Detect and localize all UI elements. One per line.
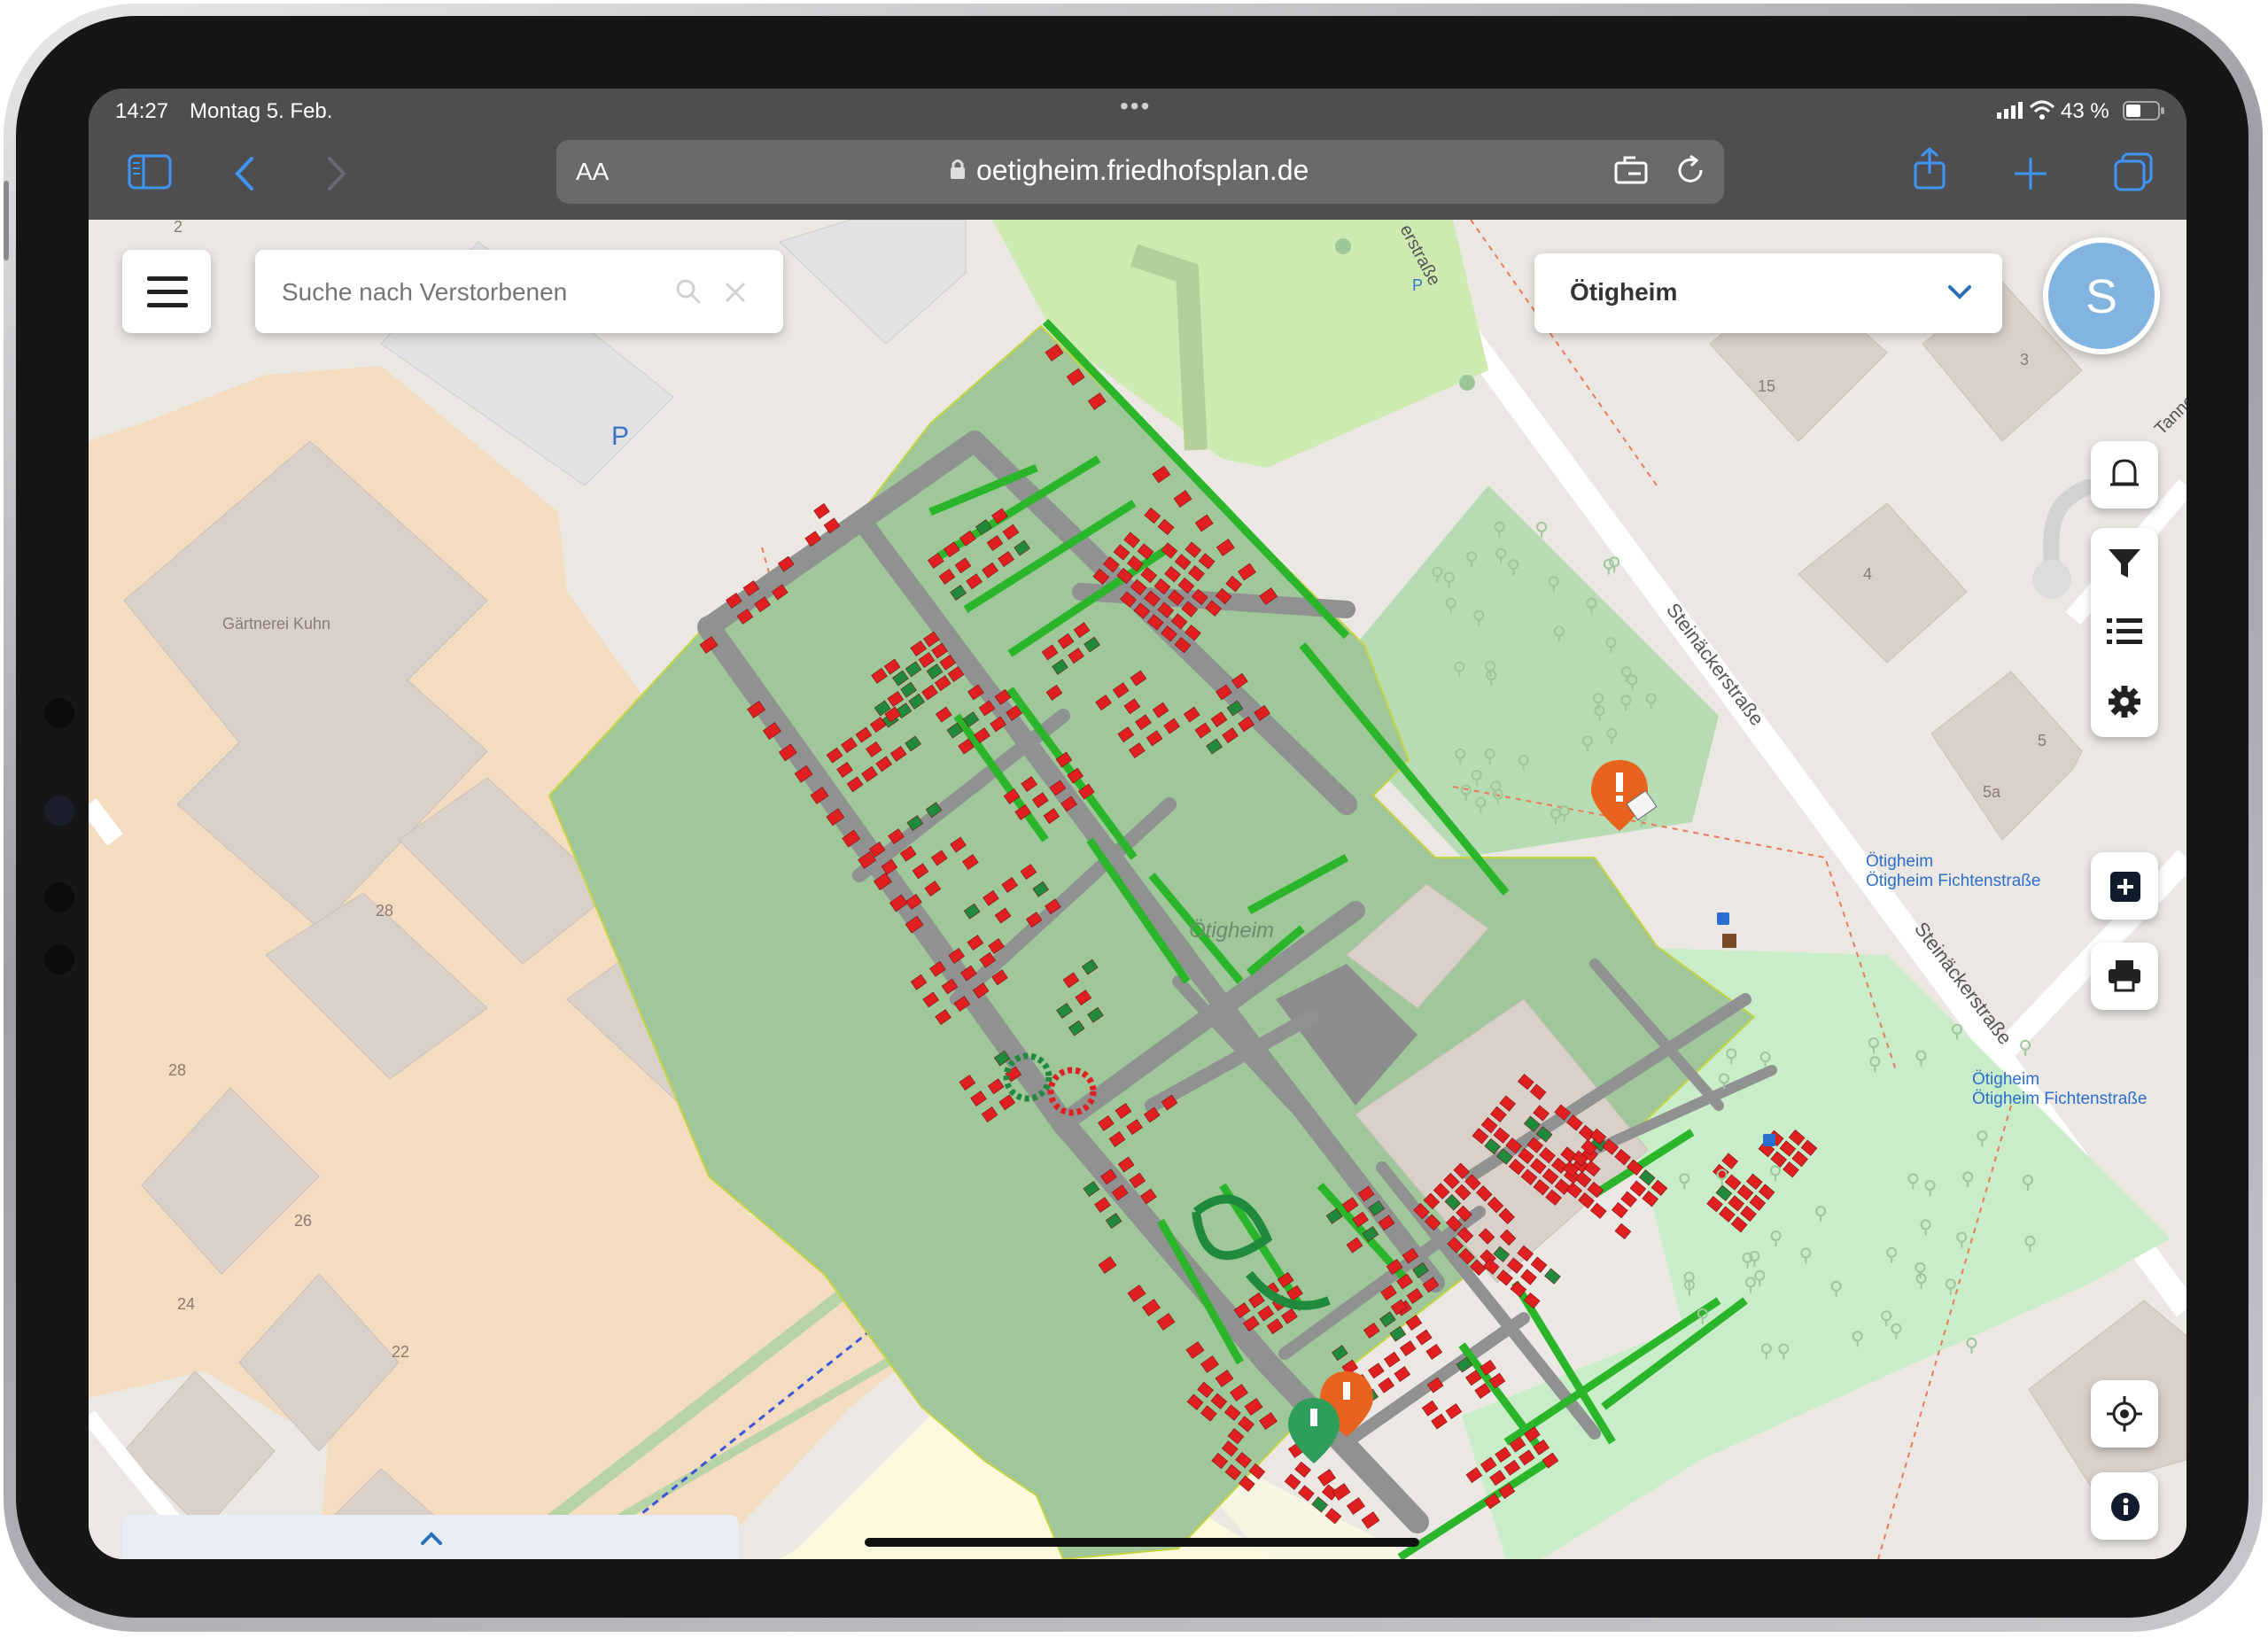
clear-search-icon[interactable] xyxy=(725,282,746,303)
svg-text:15: 15 xyxy=(1758,377,1775,395)
printer-icon xyxy=(2109,960,2140,992)
side-button xyxy=(4,181,9,260)
locate-button[interactable] xyxy=(2091,1380,2158,1448)
parking-label: P xyxy=(611,422,629,451)
extension-icon[interactable] xyxy=(1614,156,1651,190)
add-button[interactable] xyxy=(2091,852,2158,920)
svg-text:28: 28 xyxy=(376,902,393,920)
new-tab-icon[interactable] xyxy=(2013,156,2048,196)
search-input[interactable] xyxy=(280,271,656,314)
svg-text:5: 5 xyxy=(2038,732,2047,749)
info-icon xyxy=(2111,1493,2140,1521)
tabs-overview-icon[interactable] xyxy=(2114,152,2155,198)
camera-dot xyxy=(44,698,74,728)
signal-icon xyxy=(1997,101,2023,123)
location-select[interactable]: Ötigheim xyxy=(1534,253,2002,333)
svg-text:2: 2 xyxy=(174,220,183,236)
bottom-drawer-handle[interactable] xyxy=(122,1515,739,1559)
sidebar-toggle-icon[interactable] xyxy=(128,154,172,194)
safari-toolbar: 14:27 Montag 5. Feb. ••• 43 % AA oetighe… xyxy=(89,89,2186,220)
hamburger-icon xyxy=(147,276,188,307)
url-text[interactable]: oetigheim.friedhofsplan.de xyxy=(976,154,1309,187)
location-selected-label: Ötigheim xyxy=(1570,278,1678,306)
crosshair-icon xyxy=(2107,1396,2142,1432)
wifi-icon xyxy=(2029,99,2055,125)
camera-lens xyxy=(44,796,74,826)
search-box[interactable] xyxy=(255,250,783,333)
battery-icon xyxy=(2123,101,2165,125)
camera-dot xyxy=(44,882,74,912)
svg-text:24: 24 xyxy=(177,1295,195,1313)
search-icon[interactable] xyxy=(675,278,702,305)
ipad-frame: Gärtnerei Kuhn P P Steinäckerstraße Stei… xyxy=(4,4,2263,1632)
poi-gaertnerei-label: Gärtnerei Kuhn xyxy=(222,615,330,633)
svg-text:3: 3 xyxy=(2020,351,2029,369)
memorial-icon xyxy=(1722,934,1736,948)
chevron-down-icon xyxy=(1948,285,1971,299)
status-time: 14:27 xyxy=(115,99,169,123)
cemetery-map[interactable]: Gärtnerei Kuhn P P Steinäckerstraße Stei… xyxy=(89,220,2186,1559)
bell-icon xyxy=(2110,459,2139,486)
reload-icon[interactable] xyxy=(1674,154,1706,190)
avatar-initial: S xyxy=(2085,270,2118,323)
svg-text:4: 4 xyxy=(1863,565,1872,583)
battery-percent: 43 % xyxy=(2061,99,2109,123)
status-date: Montag 5. Feb. xyxy=(190,99,333,123)
notifications-button[interactable] xyxy=(2091,441,2158,508)
address-bar[interactable]: AA oetigheim.friedhofsplan.de xyxy=(556,140,1724,204)
avatar[interactable]: S xyxy=(2043,237,2160,354)
lock-icon xyxy=(950,158,966,185)
screen: Gärtnerei Kuhn P P Steinäckerstraße Stei… xyxy=(89,89,2186,1559)
svg-text:26: 26 xyxy=(294,1212,312,1230)
chevron-up-icon xyxy=(421,1532,442,1545)
filter-icon[interactable] xyxy=(2107,546,2142,581)
list-icon[interactable] xyxy=(2107,617,2142,647)
svg-text:22: 22 xyxy=(392,1343,409,1361)
plus-square-icon xyxy=(2110,872,2140,902)
forward-icon[interactable] xyxy=(326,156,347,196)
home-indicator[interactable] xyxy=(865,1538,1419,1547)
share-icon[interactable] xyxy=(1912,146,1947,196)
map-tools xyxy=(2091,528,2158,737)
gear-icon[interactable] xyxy=(2107,684,2142,719)
parking-label: P xyxy=(1412,276,1423,294)
info-button[interactable] xyxy=(2091,1472,2158,1540)
svg-text:5a: 5a xyxy=(1983,783,2001,801)
cemetery-label: Ötigheim xyxy=(1189,919,1274,943)
multitasking-dots-icon[interactable]: ••• xyxy=(1120,92,1151,120)
camera-dot xyxy=(44,944,74,974)
text-size-button[interactable]: AA xyxy=(576,158,609,186)
back-icon[interactable] xyxy=(234,156,255,196)
print-button[interactable] xyxy=(2091,943,2158,1010)
svg-text:28: 28 xyxy=(168,1061,186,1079)
menu-button[interactable] xyxy=(122,250,211,333)
